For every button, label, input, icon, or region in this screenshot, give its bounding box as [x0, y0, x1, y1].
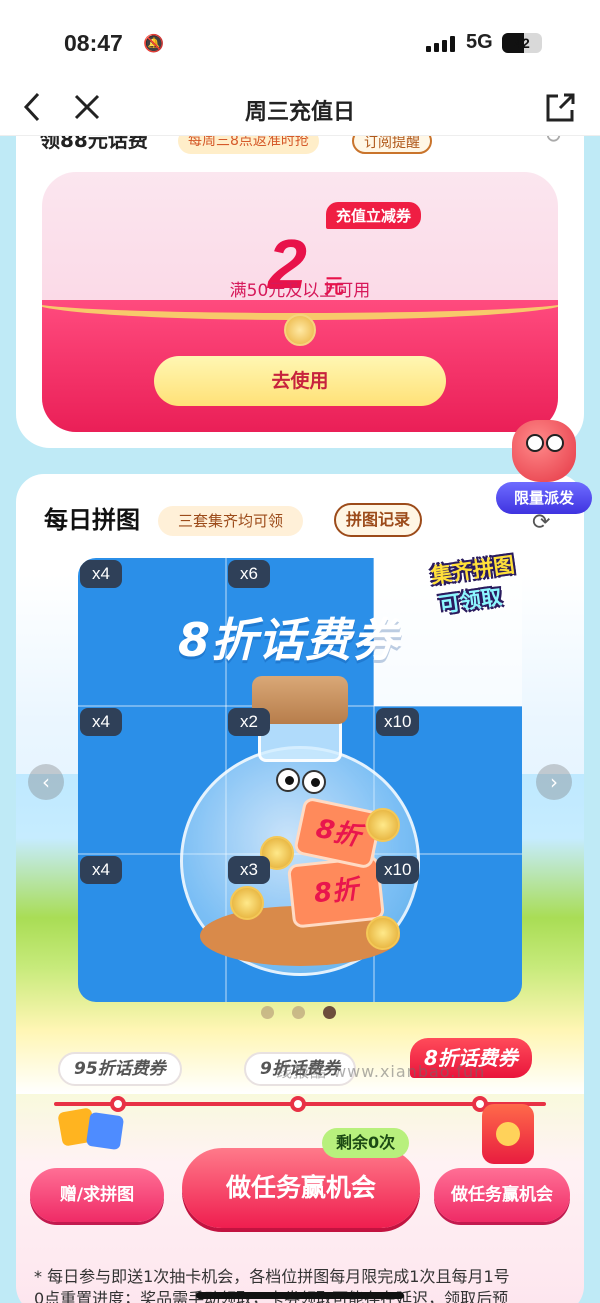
- jar-eye-icon: [302, 770, 326, 794]
- puzzle-headline: 8折话费券: [178, 613, 400, 667]
- voucher-condition: 满50元及以上可用: [229, 281, 371, 301]
- home-indicator: [196, 1292, 404, 1299]
- puzzle-title: 每日拼图: [44, 500, 140, 535]
- piece-count-badge: x3: [228, 856, 270, 884]
- battery-icon: 42: [502, 33, 542, 53]
- signal-icon: [426, 36, 455, 52]
- prev-arrow-icon[interactable]: ‹: [28, 764, 64, 800]
- puzzle-tag: 三套集齐均可领: [158, 506, 304, 536]
- coin-icon: [366, 916, 400, 950]
- red-envelope: 2 元 充值立减券 满50元及以上可用 去使用: [42, 172, 558, 432]
- tier-95-discount[interactable]: 95折话费券: [58, 1052, 182, 1086]
- coin-icon: [366, 808, 400, 842]
- piece-count-badge: x4: [80, 560, 122, 588]
- puzzle-piece-icon: [57, 1102, 125, 1160]
- do-tasks-side-button[interactable]: 做任务赢机会: [434, 1168, 570, 1222]
- piece-count-badge: x4: [80, 708, 122, 736]
- voucher-peek-title: 领88元话费: [40, 136, 148, 152]
- jar-eye-icon: [276, 768, 300, 792]
- silent-bell-icon: 🔕: [143, 34, 165, 54]
- limited-giveaway-badge[interactable]: 限量派发: [496, 482, 592, 514]
- share-icon[interactable]: [544, 90, 576, 135]
- red-packet-icon: [482, 1104, 534, 1164]
- refresh-icon[interactable]: ↻: [544, 136, 562, 149]
- do-tasks-main-button[interactable]: 做任务赢机会: [182, 1148, 420, 1228]
- collect-puzzle-sticker: 集齐拼图 可领取: [429, 543, 567, 640]
- puzzle-record-button[interactable]: 拼图记录: [334, 503, 423, 537]
- status-bar: 08:47 🔕 5G 42: [0, 0, 600, 84]
- piece-count-badge: x2: [228, 708, 270, 736]
- next-arrow-icon[interactable]: ›: [536, 764, 572, 800]
- voucher-type-tag: 充值立减券: [326, 202, 422, 229]
- carousel-dot[interactable]: [292, 1006, 305, 1019]
- puzzle-card: 每日拼图 三套集齐均可领 拼图记录 ⟳ 8折话费券 8折 8折 x4 x6 x4…: [16, 474, 584, 1303]
- remaining-chances-badge: 剩余0次: [322, 1128, 410, 1158]
- piece-count-badge: x10: [376, 856, 420, 884]
- carousel-dots: [261, 1006, 336, 1019]
- page-title: 周三充值日: [244, 100, 355, 125]
- voucher-peek-tag: 每周三8点返准时抢: [178, 136, 319, 154]
- rules-line-1: * 每日参与即送1次抽卡机会，各档位拼图每月限完成1次且每月1号: [34, 1267, 510, 1286]
- voucher-card: 领88元话费 每周三8点返准时抢 订阅提醒 ↻ 2 元 充值立减券 满50元及以…: [16, 136, 584, 448]
- progress-node: [290, 1096, 306, 1112]
- piece-count-badge: x4: [80, 856, 122, 884]
- carousel-dot-active[interactable]: [323, 1006, 336, 1019]
- gift-request-puzzle-button[interactable]: 赠/求拼图: [30, 1168, 164, 1222]
- subscribe-reminder-button[interactable]: 订阅提醒: [352, 136, 432, 154]
- navigation-bar: 周三充值日: [0, 84, 600, 136]
- coin-icon: [230, 886, 264, 920]
- status-time: 08:47: [64, 30, 123, 56]
- carousel-dot[interactable]: [261, 1006, 274, 1019]
- discount-ticket: 8折: [286, 855, 386, 929]
- use-voucher-button[interactable]: 去使用: [154, 356, 446, 406]
- network-type: 5G: [466, 31, 493, 53]
- piece-count-badge: x10: [376, 708, 420, 736]
- piece-count-badge: x6: [228, 560, 270, 588]
- battery-level: 42: [514, 35, 530, 51]
- watermark-text: 线报酷 www.xianbao.fun: [276, 1062, 486, 1081]
- envelope-seal-icon: [284, 314, 316, 346]
